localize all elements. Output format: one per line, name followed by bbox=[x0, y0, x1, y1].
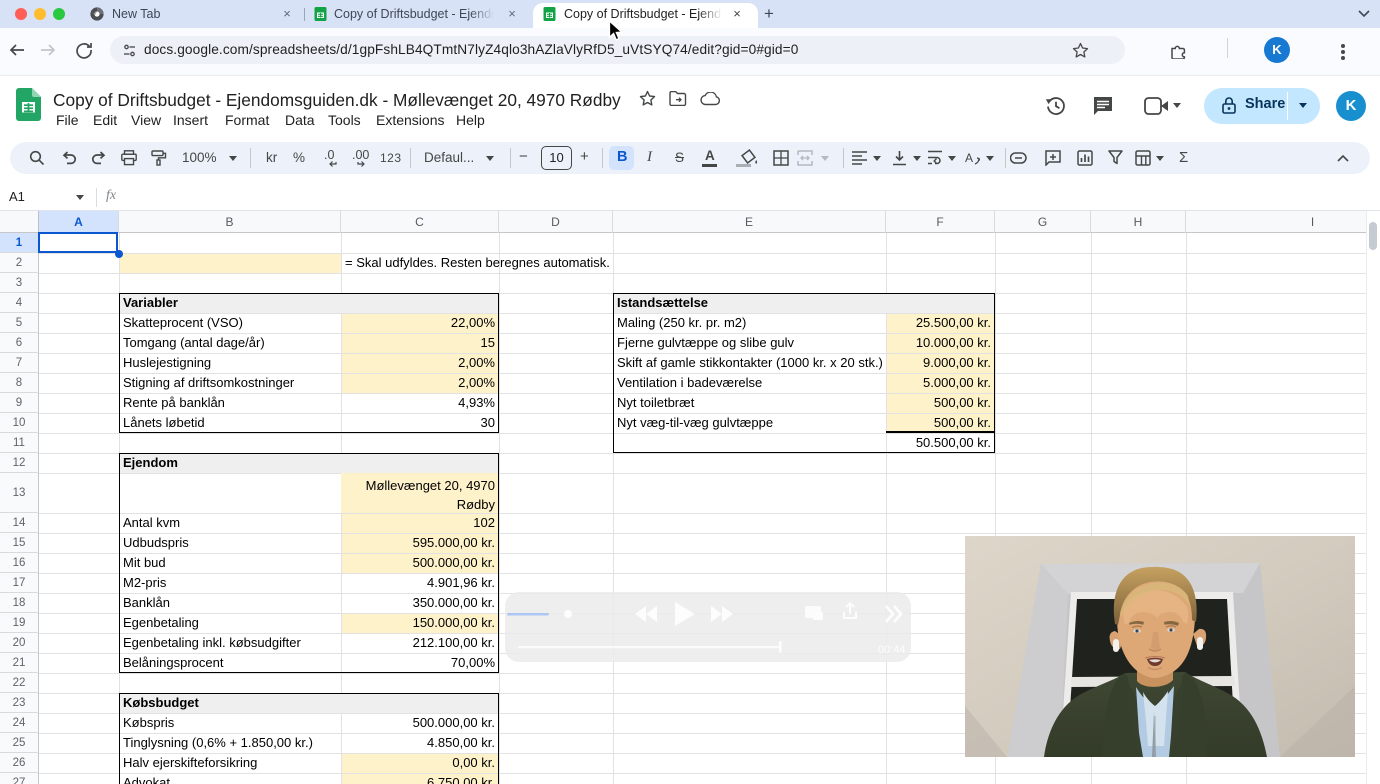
svg-text:A: A bbox=[965, 151, 973, 165]
svg-text:00:44: 00:44 bbox=[878, 644, 906, 656]
